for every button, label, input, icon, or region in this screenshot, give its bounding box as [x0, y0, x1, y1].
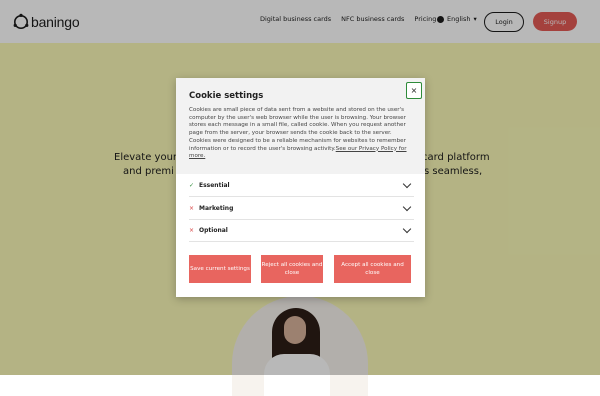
category-label: Optional [199, 226, 228, 234]
chevron-down-icon [402, 179, 412, 189]
category-essential[interactable]: ✓ Essential [189, 174, 414, 197]
close-button[interactable]: × [406, 82, 422, 99]
cross-icon: × [189, 204, 195, 212]
chevron-down-icon [402, 202, 412, 212]
category-label: Essential [199, 181, 230, 189]
category-optional[interactable]: × Optional [189, 219, 414, 242]
close-icon: × [410, 85, 418, 95]
save-settings-button[interactable]: Save current settings [189, 255, 251, 283]
check-icon: ✓ [189, 181, 195, 189]
reject-all-button[interactable]: Reject all cookies and close [261, 255, 323, 283]
cookie-settings-modal: Cookie settings × Cookies are small piec… [176, 78, 425, 297]
category-marketing[interactable]: × Marketing [189, 197, 414, 220]
chevron-down-icon [402, 224, 412, 234]
modal-description: Cookies are small piece of data sent fro… [189, 107, 414, 161]
cross-icon: × [189, 226, 195, 234]
modal-title: Cookie settings [189, 91, 264, 101]
category-label: Marketing [199, 204, 234, 212]
accept-all-button[interactable]: Accept all cookies and close [334, 255, 411, 283]
